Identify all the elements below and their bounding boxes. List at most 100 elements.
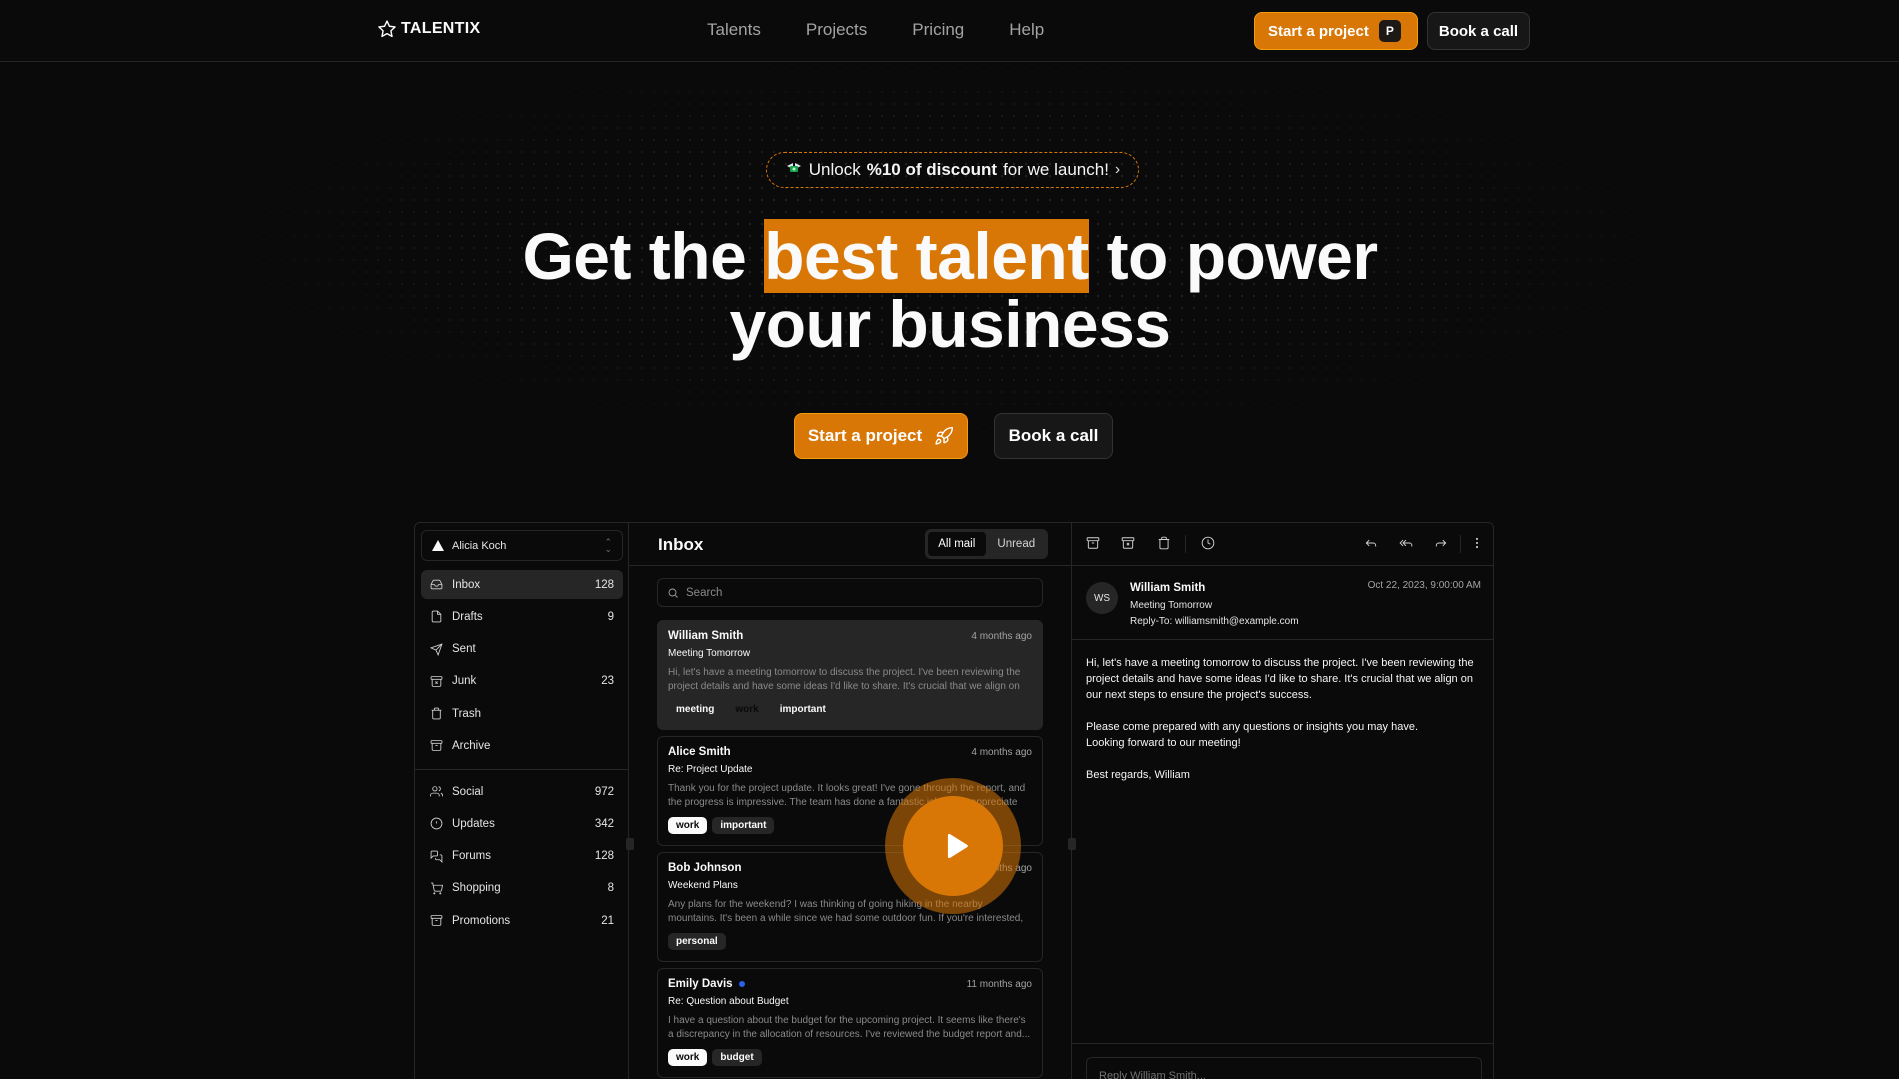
mail-item[interactable]: Emily Davis 11 months ago Re: Question ab…	[657, 968, 1043, 1078]
folder-count: 23	[601, 675, 614, 688]
avatar: WS	[1086, 582, 1118, 614]
mail-tag: work	[668, 817, 708, 834]
header-start-project-button[interactable]: Start a project P	[1254, 12, 1418, 50]
more-options-button[interactable]	[1470, 536, 1486, 552]
mail-search	[657, 578, 1043, 607]
clock-icon	[1201, 536, 1215, 550]
header-book-call-button[interactable]: Book a call	[1427, 12, 1530, 50]
users-icon	[430, 786, 443, 797]
mail-list-header: Inbox All mail Unread	[629, 523, 1072, 566]
reply-textarea[interactable]: Reply William Smith...	[1086, 1057, 1482, 1079]
nav-talents[interactable]: Talents	[707, 20, 761, 40]
search-icon	[668, 588, 678, 598]
category-forums[interactable]: Forums 128	[421, 842, 623, 871]
archive-x-icon	[1121, 537, 1135, 549]
category-nav: Social 972 Updates 342 Forums 128 Shoppi…	[421, 777, 623, 938]
promo-prefix: Unlock	[808, 160, 861, 179]
resize-handle[interactable]	[1068, 838, 1076, 850]
folder-label: Junk	[452, 675, 477, 688]
reader-body: Hi, let's have a meeting tomorrow to dis…	[1086, 655, 1486, 799]
mail-list-panel: Inbox All mail Unread William Smith 4 mon…	[629, 523, 1072, 1079]
hero-start-project-button[interactable]: Start a project	[794, 413, 968, 459]
nav-pricing[interactable]: Pricing	[912, 20, 964, 40]
folder-label: Inbox	[452, 578, 481, 591]
folder-drafts[interactable]: Drafts 9	[421, 602, 623, 631]
mail-sender: Alice Smith	[668, 746, 731, 758]
archive-x-icon	[430, 676, 443, 687]
shortcut-key-badge: P	[1378, 20, 1401, 42]
folder-trash[interactable]: Trash	[421, 699, 623, 728]
chevron-right-icon: ›	[1114, 161, 1121, 178]
folder-count: 128	[594, 578, 614, 591]
reader-paragraph: Please come prepared with any questions …	[1086, 721, 1419, 749]
category-promotions[interactable]: Promotions 21	[421, 906, 623, 935]
category-count: 128	[594, 850, 614, 863]
resize-handle[interactable]	[626, 838, 634, 850]
category-label: Updates	[452, 817, 495, 830]
reader-paragraph: Hi, let's have a meeting tomorrow to dis…	[1086, 657, 1474, 701]
unread-dot	[738, 981, 745, 987]
promo-discount: %10 of discount	[866, 160, 998, 179]
play-icon	[947, 833, 968, 859]
category-count: 972	[594, 785, 614, 798]
reply-divider	[1072, 1043, 1493, 1044]
account-logo-icon	[432, 540, 444, 551]
hero-title-after: to power	[1106, 219, 1379, 293]
nav-projects[interactable]: Projects	[806, 20, 867, 40]
discount-promo-banner[interactable]: Unlock %10 of discount for we launch! ›	[766, 152, 1139, 188]
mail-time: 4 months ago	[971, 746, 1032, 758]
folder-count: 9	[607, 610, 614, 623]
reply-all-icon	[1399, 539, 1413, 547]
tab-all-mail[interactable]: All mail	[928, 532, 986, 556]
mail-subject: Re: Project Update	[668, 764, 753, 775]
mail-tag: work	[668, 1049, 708, 1066]
snooze-button[interactable]	[1201, 536, 1217, 552]
message-square-icon	[430, 850, 443, 863]
move-to-trash-button[interactable]	[1157, 536, 1173, 552]
mail-time: 4 months ago	[971, 630, 1032, 642]
mail-tag: meeting	[668, 701, 723, 718]
nav-help[interactable]: Help	[1009, 20, 1044, 40]
move-to-junk-button[interactable]	[1121, 536, 1137, 552]
search-input[interactable]	[686, 586, 1026, 599]
folder-inbox[interactable]: Inbox 128	[421, 570, 623, 599]
hero-book-call-button[interactable]: Book a call	[994, 413, 1113, 459]
reply-all-button[interactable]	[1399, 536, 1415, 552]
mail-item[interactable]: William Smith 4 months ago Meeting Tomorr…	[657, 620, 1043, 730]
mail-tag: personal	[668, 933, 726, 950]
trash-icon	[1158, 536, 1170, 550]
mail-tag: budget	[712, 1049, 762, 1066]
sidebar-divider	[415, 769, 629, 770]
category-label: Promotions	[452, 914, 511, 927]
folder-junk[interactable]: Junk 23	[421, 667, 623, 696]
reader-divider	[1072, 639, 1493, 640]
category-shopping[interactable]: Shopping 8	[421, 874, 623, 903]
category-updates[interactable]: Updates 342	[421, 809, 623, 838]
archive-icon	[430, 915, 443, 926]
play-video-button[interactable]	[885, 778, 1021, 914]
shopping-cart-icon	[431, 882, 443, 895]
category-label: Shopping	[452, 882, 501, 895]
archive-button[interactable]	[1086, 536, 1102, 552]
tab-unread[interactable]: Unread	[988, 532, 1046, 556]
category-social[interactable]: Social 972	[421, 777, 623, 806]
archive-icon	[430, 740, 443, 752]
alert-circle-icon	[430, 817, 443, 830]
folder-label: Sent	[452, 643, 476, 656]
folder-label: Archive	[452, 739, 491, 752]
reply-button[interactable]	[1364, 536, 1380, 552]
toolbar-divider	[1460, 535, 1461, 553]
mail-filter-tabs: All mail Unread	[925, 529, 1048, 559]
reader-paragraph: Best regards, William	[1086, 769, 1190, 781]
mail-time: 11 months ago	[966, 978, 1032, 990]
brand-logo[interactable]: TALENTIX	[377, 19, 480, 39]
folder-sent[interactable]: Sent	[421, 635, 623, 664]
account-switcher[interactable]: Alicia Koch ⌃ ⌄	[421, 530, 623, 561]
play-button-core	[903, 796, 1003, 896]
mail-sender: Bob Johnson	[668, 862, 742, 874]
folder-archive[interactable]: Archive	[421, 731, 623, 760]
hero-title-before: Get the	[522, 219, 747, 293]
mail-sidebar: Alicia Koch ⌃ ⌄ Inbox 128 Drafts 9 Sent J…	[415, 523, 629, 1079]
chevrons-up-down-icon: ⌃ ⌄	[604, 536, 612, 554]
forward-button[interactable]	[1434, 536, 1450, 552]
